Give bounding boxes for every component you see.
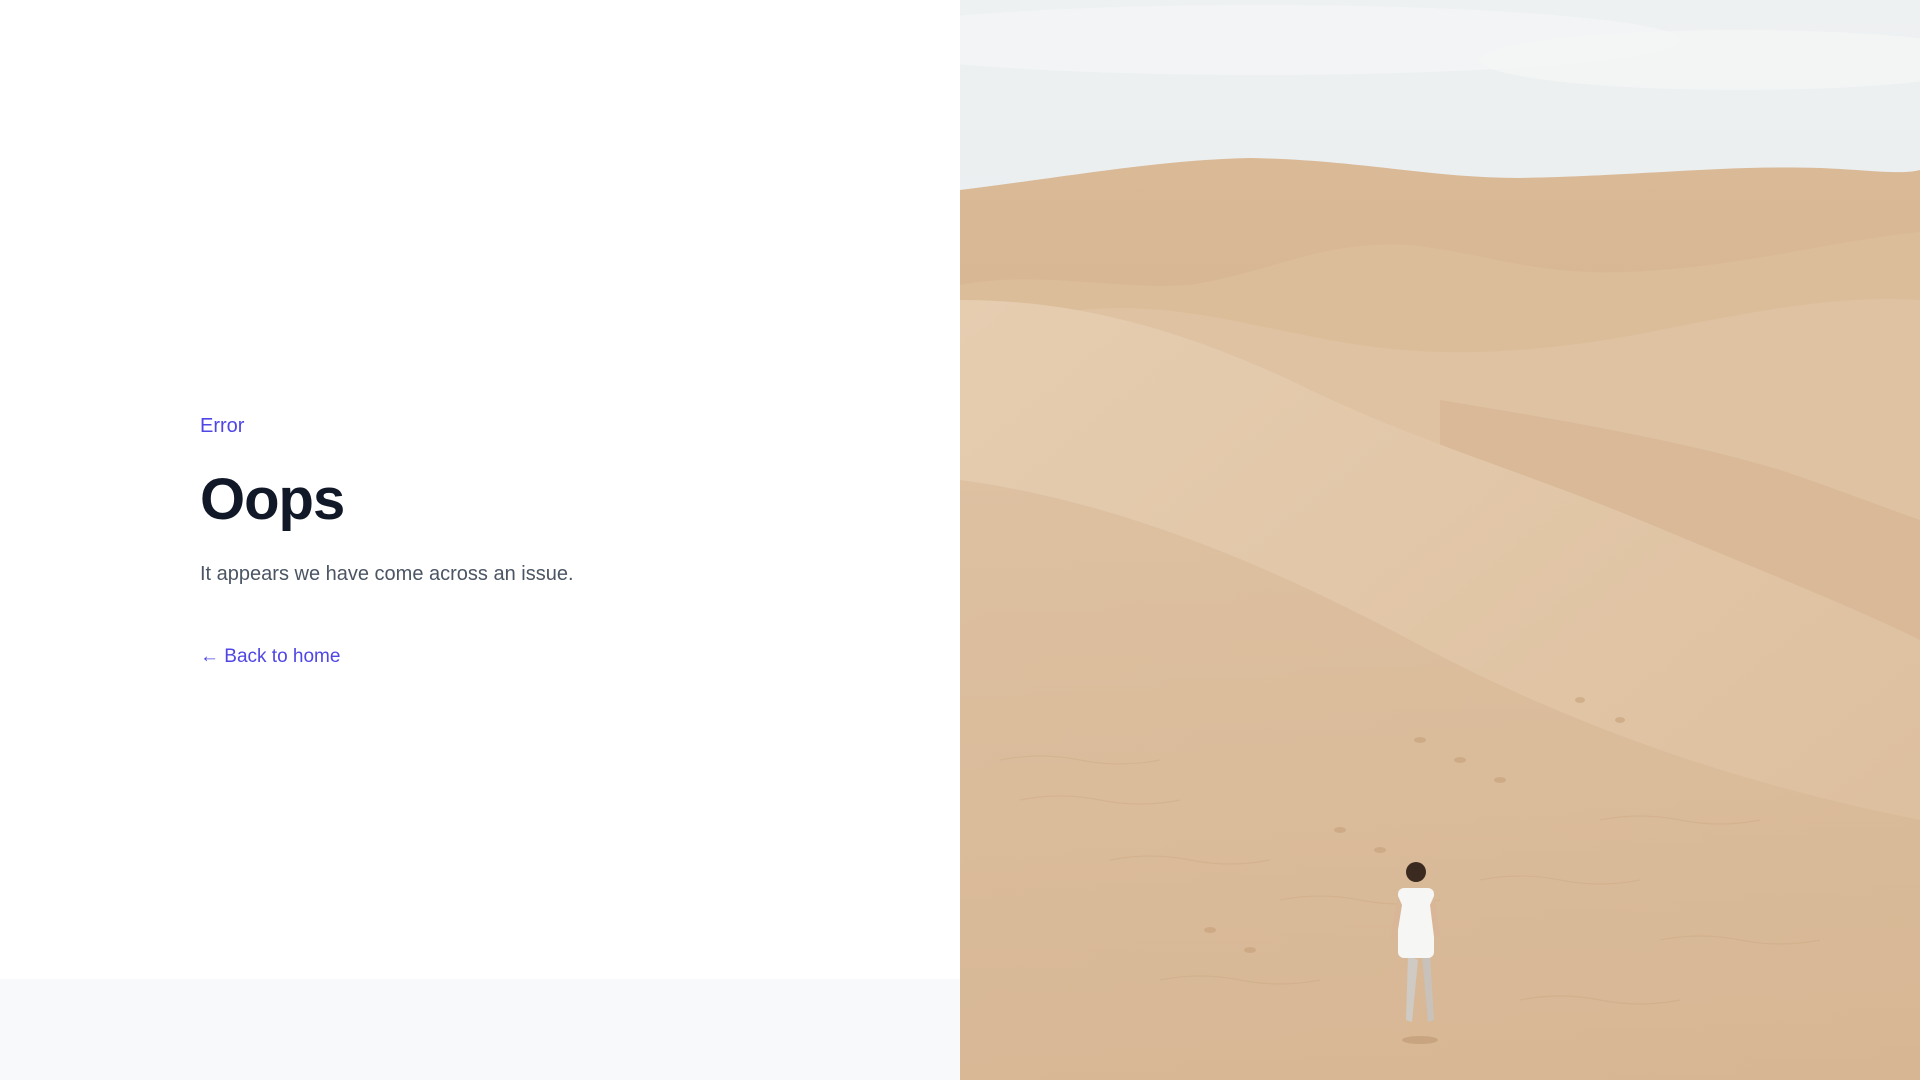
error-message: It appears we have come across an issue. <box>200 563 574 585</box>
arrow-left-icon: ← <box>200 646 219 667</box>
back-to-home-link[interactable]: ← Back to home <box>200 643 340 671</box>
back-to-home-label: Back to home <box>224 646 341 667</box>
footer <box>0 979 960 1080</box>
content-panel: Error Oops It appears we have come acros… <box>0 0 960 1080</box>
error-eyebrow: Error <box>200 415 245 437</box>
desert-photo <box>960 0 1920 1080</box>
page-title: Oops <box>200 467 345 532</box>
hero-image <box>960 0 1920 1080</box>
error-content: Error Oops It appears we have come acros… <box>200 412 900 671</box>
error-page: Error Oops It appears we have come acros… <box>0 0 1920 1080</box>
